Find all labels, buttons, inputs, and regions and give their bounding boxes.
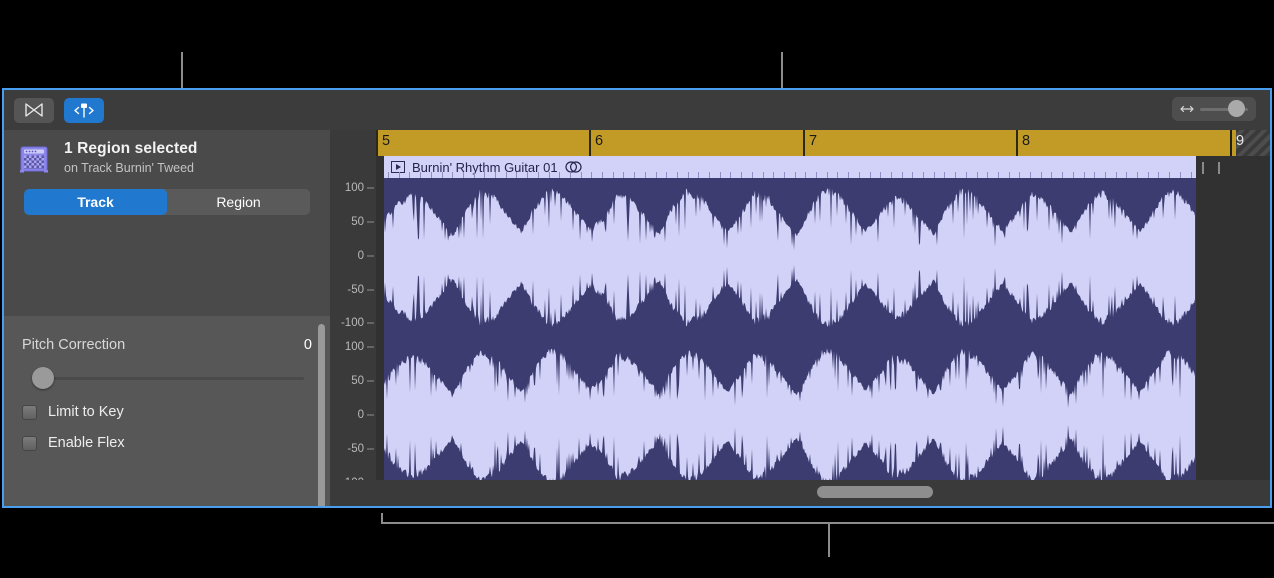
amp-tick: [367, 415, 374, 416]
guitar-amp-icon: [18, 143, 50, 173]
amp-label-ch1-100: 100: [345, 182, 364, 194]
zoom-slider[interactable]: [1172, 97, 1256, 121]
amp-label-ch2-100: 100: [345, 341, 364, 353]
selection-header: 1 Region selected on Track Burnin' Tweed: [4, 130, 330, 175]
inspector-scrollbar[interactable]: [318, 324, 325, 508]
ruler-bar-9: 9: [1230, 130, 1232, 156]
amp-tick: [367, 381, 374, 382]
editor-toolbar: [330, 90, 1270, 130]
amp-label-ch2-50: 50: [351, 375, 364, 387]
amp-tick: [367, 188, 374, 189]
waveform-channel-left: [384, 178, 1196, 337]
amp-label-ch1-n50: -50: [347, 284, 364, 296]
selection-text: 1 Region selected on Track Burnin' Tweed: [64, 140, 198, 175]
lane-tick: [1202, 162, 1204, 174]
limit-to-key-checkbox[interactable]: [22, 405, 37, 420]
amp-tick: [367, 222, 374, 223]
audio-region[interactable]: Burnin' Rhythm Guitar 01: [384, 156, 1196, 480]
inspector-parameters: Pitch Correction 0 Limit to Key Enable F…: [4, 315, 330, 506]
limit-to-key-row[interactable]: Limit to Key: [4, 404, 330, 420]
flex-bowtie-icon: [23, 102, 45, 118]
selection-subtitle: on Track Burnin' Tweed: [64, 161, 198, 175]
callout-bracket-drop: [828, 522, 830, 557]
horizontal-scrollbar-thumb[interactable]: [817, 486, 933, 498]
ruler-bar-5: 5: [376, 130, 378, 156]
amp-tick: [367, 256, 374, 257]
inspector-panel: 1 Region selected on Track Burnin' Tweed…: [4, 90, 330, 506]
pitch-correction-row: Pitch Correction 0: [4, 337, 330, 353]
flex-pitch-icon: [72, 102, 96, 119]
amp-label-ch1-n100: -100: [341, 317, 364, 329]
track-editor-area: 5 6 7 8 9 100 50 0 -50 -10: [330, 90, 1270, 506]
ruler-bar-7: 7: [803, 130, 805, 156]
amp-label-ch1-50: 50: [351, 216, 364, 228]
region-header[interactable]: Burnin' Rhythm Guitar 01: [384, 156, 1196, 178]
waveform-channel-right: [384, 337, 1196, 480]
enable-flex-label: Enable Flex: [48, 435, 125, 451]
waveform-left: [384, 178, 1196, 337]
amp-tick: [367, 347, 374, 348]
slider-thumb[interactable]: [32, 367, 54, 389]
scrollbar-left-gutter: [330, 480, 376, 506]
pitch-correction-value[interactable]: 0: [304, 337, 312, 353]
tab-region[interactable]: Region: [167, 189, 310, 215]
bar-ruler[interactable]: 5 6 7 8 9: [376, 130, 1270, 156]
screenshot-root: 1 Region selected on Track Burnin' Tweed…: [0, 0, 1274, 578]
flex-button[interactable]: [14, 98, 54, 123]
slider-track: [36, 377, 304, 380]
audio-track-editor-window: 1 Region selected on Track Burnin' Tweed…: [2, 88, 1272, 508]
amplitude-scale: 100 50 0 -50 -100 100 50 0 -50 -100: [330, 156, 376, 480]
lane-tick: [1218, 162, 1220, 174]
amp-tick: [367, 290, 374, 291]
zoom-slider-track: [1200, 108, 1248, 111]
enable-flex-checkbox[interactable]: [22, 436, 37, 451]
amp-label-ch1-0: 0: [358, 250, 364, 262]
waveform-lane[interactable]: Burnin' Rhythm Guitar 01: [376, 156, 1270, 480]
track-region-segmented-control[interactable]: Track Region: [24, 189, 310, 215]
ruler-left-gutter: [330, 130, 376, 156]
pitch-correction-slider[interactable]: [22, 367, 312, 389]
amp-tick: [367, 449, 374, 450]
horizontal-scrollbar[interactable]: [376, 480, 1270, 506]
inspector-toolbar: [4, 90, 330, 130]
waveform-right: [384, 337, 1196, 480]
zoom-slider-thumb[interactable]: [1228, 100, 1245, 117]
selection-title: 1 Region selected: [64, 140, 198, 158]
ruler-bar-8: 8: [1016, 130, 1018, 156]
enable-flex-row[interactable]: Enable Flex: [4, 435, 330, 451]
limit-to-key-label: Limit to Key: [48, 404, 124, 420]
pitch-correction-label: Pitch Correction: [22, 337, 125, 353]
amp-label-ch2-n50: -50: [347, 443, 364, 455]
tab-track[interactable]: Track: [24, 189, 167, 215]
ruler-bar-6: 6: [589, 130, 591, 156]
amp-tick: [367, 323, 374, 324]
horizontal-resize-icon: [1180, 104, 1194, 114]
flex-pitch-button[interactable]: [64, 98, 104, 123]
amp-label-ch2-0: 0: [358, 409, 364, 421]
